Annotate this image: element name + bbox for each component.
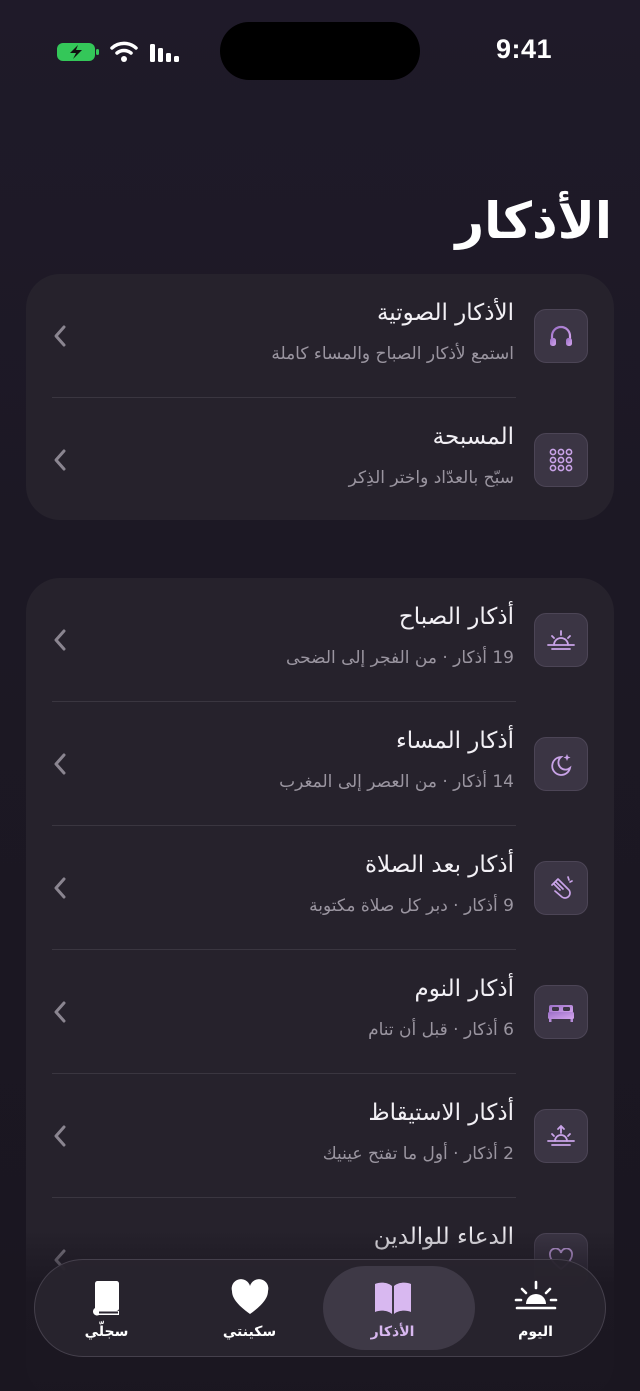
row-title: أذكار المساء: [395, 728, 514, 754]
wake-sun-icon: [534, 1109, 588, 1163]
row-subtitle: استمع لأذكار الصباح والمساء كاملة: [271, 344, 514, 364]
bed-icon: [534, 985, 588, 1039]
row-title: أذكار الصباح: [398, 604, 514, 630]
chevron-left-icon: [54, 753, 66, 775]
tab-label: اليوم: [518, 1324, 553, 1340]
sunrise-icon: [534, 613, 588, 667]
tab-label: الأذكار: [370, 1324, 415, 1340]
wifi-icon: [110, 41, 138, 62]
list-item-tasbih[interactable]: المسبحة سبّح بالعدّاد واختر الذِكر: [26, 398, 614, 520]
chevron-left-icon: [54, 1001, 66, 1023]
status-bar: 9:41: [0, 0, 640, 100]
praying-hands-icon: [534, 861, 588, 915]
row-subtitle: 2 أذكار · أول ما تفتح عينيك: [322, 1144, 514, 1164]
dynamic-island: [220, 22, 420, 80]
list-item-audio-adhkar[interactable]: الأذكار الصوتية استمع لأذكار الصباح والم…: [26, 274, 614, 398]
chevron-left-icon: [54, 1125, 66, 1147]
tab-sijilli[interactable]: سجلّي: [35, 1260, 178, 1356]
tab-bar: سجلّي سكينتي الأذكار اليوم: [34, 1259, 606, 1357]
moon-stars-icon: [534, 737, 588, 791]
chevron-left-icon: [54, 877, 66, 899]
row-title: المسبحة: [432, 424, 514, 450]
tab-label: سجلّي: [84, 1324, 129, 1340]
chevron-left-icon: [54, 629, 66, 651]
closed-book-icon: [92, 1281, 119, 1316]
tab-today[interactable]: اليوم: [464, 1260, 605, 1356]
heart-icon: [231, 1279, 268, 1314]
counter-grid-icon: [534, 433, 588, 487]
tab-adhkar[interactable]: الأذكار: [321, 1260, 475, 1356]
row-title: أذكار النوم: [414, 976, 514, 1002]
row-subtitle: 6 أذكار · قبل أن تنام: [368, 1020, 514, 1040]
row-subtitle: سبّح بالعدّاد واختر الذِكر: [348, 468, 514, 488]
list-item-evening[interactable]: أذكار المساء 14 أذكار · من العصر إلى الم…: [26, 702, 614, 826]
row-title: أذكار الاستيقاظ: [368, 1100, 514, 1126]
tab-sakinati[interactable]: سكينتي: [178, 1260, 321, 1356]
list-item-after-prayer[interactable]: أذكار بعد الصلاة 9 أذكار · دبر كل صلاة م…: [26, 826, 614, 950]
status-time: 9:41: [495, 34, 552, 64]
row-subtitle: 19 أذكار · من الفجر إلى الضحى: [285, 648, 514, 668]
list-item-morning[interactable]: أذكار الصباح 19 أذكار · من الفجر إلى الض…: [26, 578, 614, 702]
headphones-icon: [534, 309, 588, 363]
screen: 9:41 الأذكار الأذكار الصوتية استمع لأذكا…: [0, 0, 640, 1391]
row-subtitle: 9 أذكار · دبر كل صلاة مكتوبة: [309, 896, 514, 916]
chevron-left-icon: [54, 325, 66, 347]
chevron-left-icon: [54, 449, 66, 471]
tools-card: الأذكار الصوتية استمع لأذكار الصباح والم…: [26, 274, 614, 520]
tab-label: سكينتي: [222, 1324, 277, 1340]
battery-charging-icon: [57, 43, 99, 61]
row-subtitle: 14 أذكار · من العصر إلى المغرب: [279, 772, 514, 792]
row-title: الأذكار الصوتية: [376, 300, 514, 326]
page-title: الأذكار: [455, 192, 612, 250]
open-book-icon: [374, 1282, 411, 1314]
list-item-waking[interactable]: أذكار الاستيقاظ 2 أذكار · أول ما تفتح عي…: [26, 1074, 614, 1198]
cellular-signal-icon: [150, 44, 179, 62]
list-item-sleep[interactable]: أذكار النوم 6 أذكار · قبل أن تنام: [26, 950, 614, 1074]
sun-horizon-icon: [514, 1280, 557, 1310]
row-title: أذكار بعد الصلاة: [364, 852, 514, 878]
